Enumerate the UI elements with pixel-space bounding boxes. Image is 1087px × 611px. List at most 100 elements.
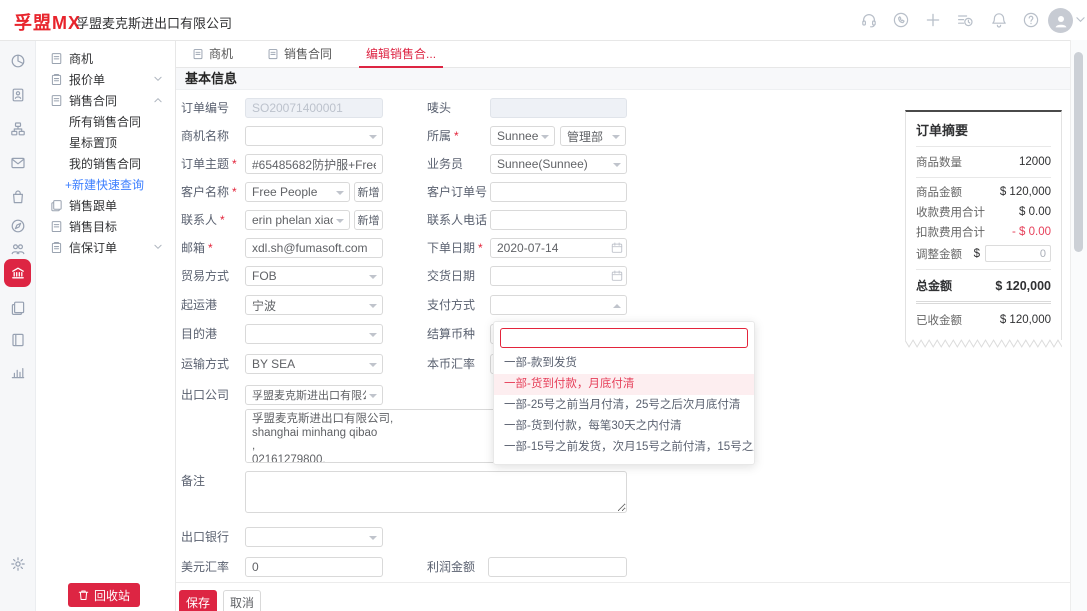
- currency-symbol: $: [974, 248, 980, 260]
- shipping-mark-input[interactable]: [490, 98, 627, 118]
- summary-row-total: 总金额 $ 120,000: [916, 270, 1051, 304]
- bell-icon[interactable]: [990, 11, 1008, 29]
- mail-icon[interactable]: [5, 150, 30, 175]
- document-icon: [267, 48, 279, 60]
- chevron-down-icon[interactable]: [1076, 16, 1087, 34]
- port-loading-select[interactable]: 宁波: [245, 295, 383, 315]
- dashboard-pie-icon[interactable]: [5, 48, 30, 73]
- adjust-amount-input[interactable]: [985, 245, 1051, 262]
- org-chart-icon[interactable]: [5, 116, 30, 141]
- dropdown-option[interactable]: 一部-25号之前当月付清，25号之后次月底付清: [494, 395, 754, 416]
- sidebar-item-sales-tracking[interactable]: 销售跟单: [35, 195, 175, 216]
- settings-gear-icon[interactable]: [5, 551, 30, 576]
- calendar-icon: [611, 270, 623, 282]
- subject-input[interactable]: [245, 154, 383, 174]
- contacts-icon[interactable]: [5, 82, 30, 107]
- order-date-label: 下单日期: [427, 238, 483, 258]
- user-avatar[interactable]: [1048, 8, 1073, 33]
- customer-select[interactable]: Free People: [245, 182, 350, 202]
- history-icon[interactable]: [956, 11, 974, 29]
- salesman-label: 业务员: [427, 154, 463, 174]
- delivery-date-input[interactable]: [490, 266, 627, 286]
- sidebar-item-sales-contract[interactable]: 销售合同: [35, 90, 175, 111]
- email-input[interactable]: [245, 238, 383, 258]
- sidebar-item-opportunity[interactable]: 商机: [35, 48, 175, 69]
- sidebar-item-sales-target[interactable]: 销售目标: [35, 216, 175, 237]
- scrollbar-thumb[interactable]: [1074, 52, 1083, 252]
- owner-dept-select[interactable]: 管理部: [560, 126, 626, 146]
- shipping-mark-label: 唛头: [427, 98, 451, 118]
- contact-label: 联系人: [181, 210, 225, 230]
- caret-down-icon: [369, 304, 377, 308]
- sidebar: 商机 报价单 销售合同 所有销售合同 星标置顶 我的销售合同 +: [35, 40, 176, 611]
- sidebar-item-new-quick-query[interactable]: +新建快速查询: [35, 174, 175, 195]
- tab-edit-sales-contract[interactable]: 编辑销售合...: [349, 40, 453, 67]
- sidebar-item-quotation[interactable]: 报价单: [35, 69, 175, 90]
- contact-select[interactable]: erin phelan xiao: [245, 210, 350, 230]
- currency-label: 结算币种: [427, 324, 475, 344]
- transport-mode-label: 运输方式: [181, 354, 229, 374]
- dropdown-option-highlighted[interactable]: 一部-货到付款，月底付清: [494, 374, 754, 395]
- remark-label: 备注: [181, 471, 205, 491]
- port-destination-select[interactable]: [245, 324, 383, 344]
- export-company-label: 出口公司: [181, 385, 229, 405]
- ledger-book-icon[interactable]: [5, 327, 30, 352]
- trash-icon: [78, 589, 89, 601]
- transport-mode-select[interactable]: BY SEA: [245, 354, 383, 374]
- summary-row-amount: 商品金额 $ 120,000: [916, 178, 1051, 202]
- caret-down-icon: [369, 275, 377, 279]
- save-button[interactable]: 保存: [179, 590, 217, 611]
- sidebar-menu: 商机 报价单 销售合同 所有销售合同 星标置顶 我的销售合同 +: [35, 48, 175, 258]
- headset-icon[interactable]: [860, 11, 878, 29]
- receipt-zigzag-edge: [905, 339, 1062, 348]
- report-chart-icon[interactable]: [5, 359, 30, 384]
- sidebar-item-all-contracts[interactable]: 所有销售合同: [35, 111, 175, 132]
- payment-method-select[interactable]: [490, 295, 627, 315]
- caret-down-icon: [336, 219, 344, 223]
- copy-document-icon: [50, 199, 63, 212]
- calendar-icon: [611, 242, 623, 254]
- chat-icon[interactable]: [892, 11, 910, 29]
- opportunity-name-select[interactable]: [245, 126, 383, 146]
- dropdown-option[interactable]: 一部-款到发货: [494, 353, 754, 374]
- team-icon[interactable]: [5, 236, 30, 261]
- caret-down-icon: [613, 163, 621, 167]
- order-date-input[interactable]: [490, 238, 627, 258]
- profit-input[interactable]: [488, 557, 627, 577]
- trade-mode-label: 贸易方式: [181, 266, 229, 286]
- owner-user-select[interactable]: Sunnee(Su: [490, 126, 555, 146]
- sidebar-item-credit-orders[interactable]: 信保订单: [35, 237, 175, 258]
- tab-sales-contract[interactable]: 销售合同: [250, 40, 349, 67]
- document-icon: [50, 220, 63, 233]
- company-name: 孚盟麦克斯进出口有限公司: [76, 13, 232, 32]
- orders-bank-icon[interactable]: [4, 259, 31, 287]
- customer-po-input[interactable]: [490, 182, 627, 202]
- compass-icon[interactable]: [5, 213, 30, 238]
- shopping-bag-icon[interactable]: [5, 184, 30, 209]
- trade-mode-select[interactable]: FOB: [245, 266, 383, 286]
- dropdown-search-input[interactable]: [500, 328, 748, 348]
- order-no-label: 订单编号: [181, 98, 229, 118]
- help-icon[interactable]: [1022, 11, 1040, 29]
- cancel-button[interactable]: 取消: [223, 590, 261, 611]
- contact-phone-input[interactable]: [490, 210, 627, 230]
- order-no-input[interactable]: [245, 98, 383, 118]
- tab-opportunity[interactable]: 商机: [175, 40, 250, 67]
- salesman-select[interactable]: Sunnee(Sunnee): [490, 154, 627, 174]
- add-customer-button[interactable]: 新增: [354, 182, 383, 202]
- export-bank-select[interactable]: [245, 527, 383, 547]
- dropdown-option[interactable]: 一部-货到付款，每笔30天之内付清: [494, 416, 754, 437]
- sidebar-item-starred[interactable]: 星标置顶: [35, 132, 175, 153]
- dropdown-option[interactable]: 一部-15号之前发货，次月15号之前付清，15号之后发货，次月月底付清: [494, 437, 754, 458]
- documents-icon[interactable]: [5, 295, 30, 320]
- usd-rate-input[interactable]: [245, 557, 383, 577]
- recycle-bin-button[interactable]: 回收站: [68, 583, 140, 607]
- add-contact-button[interactable]: 新增: [354, 210, 383, 230]
- summary-row-quantity: 商品数量 12000: [916, 147, 1051, 178]
- plus-icon[interactable]: [924, 11, 942, 29]
- document-icon: [192, 48, 204, 60]
- sidebar-item-my-contracts[interactable]: 我的销售合同: [35, 153, 175, 174]
- export-company-select[interactable]: 孚盟麦克斯进出口有限公司: [245, 385, 383, 405]
- caret-up-icon: [613, 304, 621, 308]
- remark-textarea[interactable]: [245, 471, 627, 513]
